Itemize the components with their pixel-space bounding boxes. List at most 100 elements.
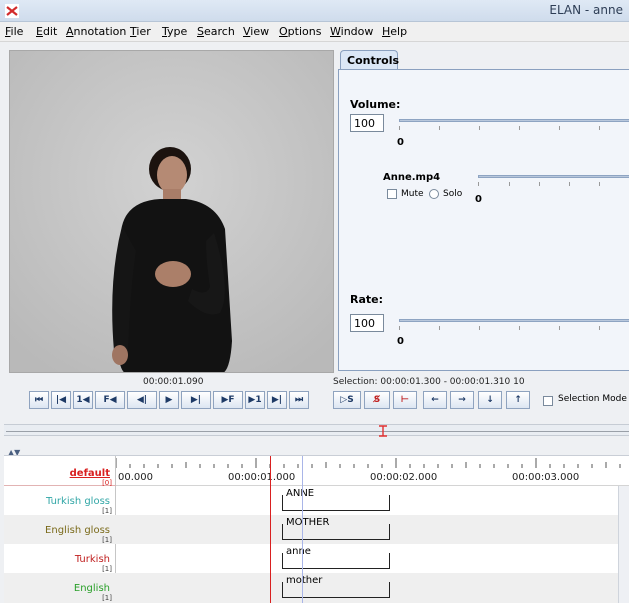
title-bar: ELAN - anne [0, 0, 629, 22]
volume-tick [479, 126, 480, 130]
volume-min-label: 0 [397, 137, 404, 148]
tier-name-turkish-gloss[interactable]: Turkish gloss [46, 496, 110, 507]
default-tier-header[interactable]: default [0] [4, 456, 116, 487]
selection-display: Selection: 00:00:01.300 - 00:00:01.310 1… [333, 377, 525, 387]
ruler-label: 00.000 [118, 472, 153, 483]
volume-tick [559, 126, 560, 130]
tier-row-turkish-gloss[interactable]: ANNE [116, 486, 629, 515]
rate-input[interactable]: 100 [350, 314, 384, 332]
tier-name-default[interactable]: default [70, 468, 110, 479]
next-scrollview-button[interactable]: ▶F [213, 391, 243, 409]
volume-tick [519, 126, 520, 130]
overview-track [6, 431, 629, 432]
play-button[interactable]: ▶ [159, 391, 179, 409]
solo-radio[interactable] [429, 189, 439, 199]
annotation-text: mother [286, 575, 323, 586]
toggle-crosshair-button[interactable]: ⊢ [393, 391, 417, 409]
video-viewer[interactable] [9, 50, 334, 373]
controls-body: Volume: 100 0 Anne.mp4 Mute Solo 0 Rate:… [338, 69, 629, 371]
go-to-begin-button[interactable]: ⏮ [29, 391, 49, 409]
solo-label: Solo [443, 189, 463, 199]
menu-options[interactable]: Options [279, 25, 321, 38]
next-frame-button[interactable]: ▶| [267, 391, 287, 409]
crosshair-cursor[interactable] [270, 456, 271, 603]
tier-header-english[interactable]: English [1] [4, 573, 116, 603]
step-back-button[interactable]: ◀| [127, 391, 157, 409]
previous-scrollview-button[interactable]: F◀ [95, 391, 125, 409]
rate-tick [599, 326, 600, 330]
ruler-label: 00:00:01.000 [228, 472, 296, 483]
volume-tick [439, 126, 440, 130]
step-forward-button[interactable]: ▶| [181, 391, 211, 409]
volume-label: Volume: [350, 98, 401, 111]
media-tick [569, 182, 570, 186]
menu-annotation[interactable]: Annotation [66, 25, 126, 38]
ruler-label: 00:00:03.000 [512, 472, 580, 483]
annotation-text: anne [286, 546, 311, 557]
next-second-button[interactable]: ▶1 [245, 391, 265, 409]
media-min-label: 0 [475, 194, 482, 205]
rate-tick [559, 326, 560, 330]
time-ruler[interactable]: 00.000 00:00:01.000 00:00:02.000 00:00:0… [116, 456, 629, 486]
previous-annotation-button[interactable]: ← [423, 391, 447, 409]
menu-tier[interactable]: Tier [130, 25, 151, 38]
tier-count: [1] [102, 536, 112, 544]
selection-mode-label: Selection Mode [558, 394, 627, 404]
mute-label: Mute [401, 189, 424, 199]
volume-tick [399, 126, 400, 130]
video-frame-woman-signing [10, 51, 333, 372]
previous-second-button[interactable]: 1◀ [73, 391, 93, 409]
media-tick [599, 182, 600, 186]
rate-slider[interactable] [399, 319, 629, 322]
tier-count: [1] [102, 594, 112, 602]
menu-view[interactable]: View [243, 25, 269, 38]
rate-tick [439, 326, 440, 330]
tier-name-english[interactable]: English [74, 583, 110, 594]
selection-mode-checkbox[interactable] [543, 396, 553, 406]
ruler-label: 00:00:02.000 [370, 472, 438, 483]
tier-name-english-gloss[interactable]: English gloss [45, 525, 110, 536]
menu-file[interactable]: File [5, 25, 23, 38]
menu-type[interactable]: Type [162, 25, 187, 38]
go-to-end-button[interactable]: ⏭ [289, 391, 309, 409]
next-annotation-button[interactable]: → [450, 391, 474, 409]
tier-header-turkish-gloss[interactable]: Turkish gloss [1] [4, 486, 116, 515]
rate-label: Rate: [350, 293, 384, 306]
volume-input[interactable]: 100 [350, 114, 384, 132]
tier-name-column: default [0] Turkish gloss [1] English gl… [4, 456, 116, 603]
timeline-viewer[interactable]: default [0] Turkish gloss [1] English gl… [4, 455, 629, 603]
previous-frame-button[interactable]: |◀ [51, 391, 71, 409]
menu-search[interactable]: Search [197, 25, 235, 38]
controls-panel: Controls Volume: 100 0 Anne.mp4 Mute Sol… [336, 50, 629, 373]
tier-row-turkish[interactable]: anne [116, 544, 629, 573]
volume-tick [599, 126, 600, 130]
annotation-above-button[interactable]: ↑ [506, 391, 530, 409]
annotation-below-button[interactable]: ↓ [478, 391, 502, 409]
overview-position-marker-icon[interactable] [378, 425, 388, 437]
play-selection-button[interactable]: ▷S [333, 391, 361, 409]
media-time-display: 00:00:01.090 [143, 377, 204, 387]
tier-row-english[interactable]: mother [116, 573, 629, 603]
annotation-text: MOTHER [286, 517, 330, 528]
timeline-vertical-scrollbar[interactable] [618, 486, 629, 603]
menu-bar: File Edit Annotation Tier Type Search Vi… [0, 22, 629, 42]
volume-slider[interactable] [399, 119, 629, 122]
tier-header-english-gloss[interactable]: English gloss [1] [4, 515, 116, 544]
mute-checkbox[interactable] [387, 189, 397, 199]
timeline-overview[interactable] [4, 424, 629, 436]
media-volume-slider[interactable] [478, 175, 629, 178]
media-name-label: Anne.mp4 [383, 172, 441, 183]
menu-help[interactable]: Help [382, 25, 407, 38]
rate-tick [519, 326, 520, 330]
menu-edit[interactable]: Edit [36, 25, 57, 38]
ruler-ticks [116, 458, 621, 468]
tab-controls[interactable]: Controls [340, 50, 399, 70]
clear-selection-button[interactable]: S̸ [364, 391, 390, 409]
menu-window[interactable]: Window [330, 25, 373, 38]
rate-tick [399, 326, 400, 330]
window-title: ELAN - anne [549, 3, 623, 17]
tier-header-turkish[interactable]: Turkish [1] [4, 544, 116, 573]
tier-name-turkish[interactable]: Turkish [75, 554, 110, 565]
annotation-text: ANNE [286, 488, 315, 499]
tier-row-english-gloss[interactable]: MOTHER [116, 515, 629, 544]
